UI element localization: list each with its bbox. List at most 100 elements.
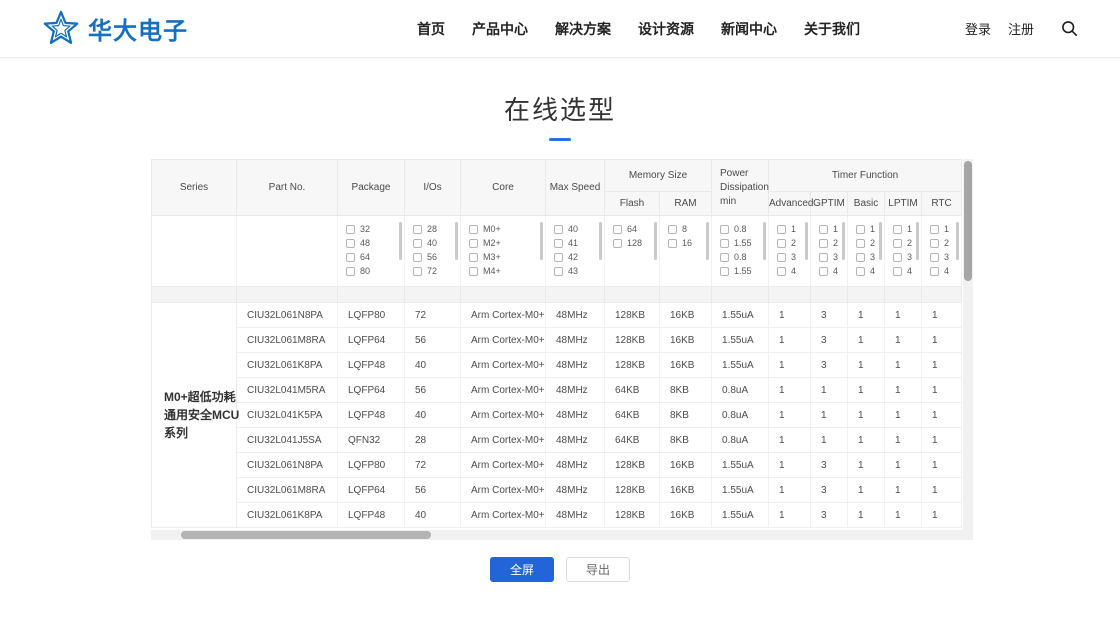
- filter-option[interactable]: 40: [413, 236, 460, 250]
- filter-scrollbar[interactable]: [916, 222, 919, 260]
- filter-option-label: 4: [791, 266, 796, 276]
- filter-option[interactable]: 4: [856, 264, 884, 278]
- filter-option[interactable]: 0.8: [720, 250, 768, 264]
- checkbox-icon: [893, 225, 902, 234]
- cell-lptim: 1: [885, 403, 922, 428]
- table-row[interactable]: CIU32L061N8PA LQFP80 72 Arm Cortex-M0+ 4…: [152, 453, 962, 478]
- filter-option[interactable]: 4: [893, 264, 921, 278]
- filter-option[interactable]: 72: [413, 264, 460, 278]
- horizontal-scrollbar-thumb[interactable]: [181, 531, 431, 539]
- filter-option[interactable]: M0+: [469, 222, 545, 236]
- filter-option-label: 2: [944, 238, 949, 248]
- cell-max-speed: 48MHz: [546, 503, 605, 528]
- table-row[interactable]: CIU32L061K8PA LQFP48 40 Arm Cortex-M0+ 4…: [152, 503, 962, 528]
- nav-item[interactable]: 新闻中心: [721, 19, 777, 39]
- filter-option[interactable]: 43: [554, 264, 604, 278]
- filter-option[interactable]: 1.55: [720, 236, 768, 250]
- filter-option[interactable]: 16: [668, 236, 711, 250]
- filter-option-label: 64: [360, 252, 370, 262]
- filter-option[interactable]: M4+: [469, 264, 545, 278]
- filter-option[interactable]: 42: [554, 250, 604, 264]
- filter-cell-ios: 2840 56 72: [405, 216, 461, 287]
- cell-flash: 128KB: [605, 453, 660, 478]
- search-icon[interactable]: [1061, 20, 1078, 37]
- top-navbar: 华大电子 首页 产品中心 解决方案 设计资源 新闻中心 关于我们 登录 注册: [0, 0, 1120, 58]
- checkbox-icon: [668, 225, 677, 234]
- filter-option[interactable]: 4: [777, 264, 810, 278]
- filter-option[interactable]: M2+: [469, 236, 545, 250]
- table-row[interactable]: CIU32L061N8PA LQFP80 72 Arm Cortex-M0+ 4…: [152, 303, 962, 328]
- filter-option-label: 3: [791, 252, 796, 262]
- filter-option[interactable]: 80: [346, 264, 404, 278]
- vertical-scrollbar-thumb[interactable]: [964, 161, 972, 281]
- cell-gptim: 3: [811, 328, 848, 353]
- filter-option[interactable]: 64: [613, 222, 659, 236]
- filter-option-label: 3: [833, 252, 838, 262]
- cell-core: Arm Cortex-M0+: [461, 403, 546, 428]
- table-row[interactable]: CIU32L061M8RA LQFP64 56 Arm Cortex-M0+ 4…: [152, 478, 962, 503]
- cell-flash: 128KB: [605, 303, 660, 328]
- filter-scrollbar[interactable]: [956, 222, 959, 260]
- login-link[interactable]: 登录: [965, 19, 991, 38]
- checkbox-icon: [720, 267, 729, 276]
- nav-item[interactable]: 设计资源: [638, 19, 694, 39]
- filter-scrollbar[interactable]: [654, 222, 657, 260]
- nav-item[interactable]: 解决方案: [555, 19, 611, 39]
- cell-rtc: 1: [922, 478, 962, 503]
- filter-option[interactable]: 0.8: [720, 222, 768, 236]
- filter-option[interactable]: 4: [930, 264, 961, 278]
- vertical-scrollbar[interactable]: [963, 159, 973, 540]
- filter-option[interactable]: 40: [554, 222, 604, 236]
- filter-scrollbar[interactable]: [455, 222, 458, 260]
- filter-cell-advanced: 1234: [769, 216, 811, 287]
- filter-option[interactable]: 8: [668, 222, 711, 236]
- register-link[interactable]: 注册: [1008, 19, 1034, 38]
- filter-option[interactable]: 48: [346, 236, 404, 250]
- table-row[interactable]: CIU32L041K5PA LQFP48 40 Arm Cortex-M0+ 4…: [152, 403, 962, 428]
- filter-scrollbar[interactable]: [879, 222, 882, 260]
- filter-scrollbar[interactable]: [842, 222, 845, 260]
- checkbox-icon: [720, 225, 729, 234]
- filter-scrollbar[interactable]: [399, 222, 402, 260]
- filter-option[interactable]: 4: [819, 264, 847, 278]
- filter-scrollbar[interactable]: [763, 222, 766, 260]
- table-row[interactable]: CIU32L041J5SA QFN32 28 Arm Cortex-M0+ 48…: [152, 428, 962, 453]
- filter-option[interactable]: 56: [413, 250, 460, 264]
- cell-power: 1.55uA: [712, 353, 769, 378]
- table-row[interactable]: CIU32L061K8PA LQFP48 40 Arm Cortex-M0+ 4…: [152, 353, 962, 378]
- fullscreen-button[interactable]: 全屏: [490, 557, 554, 582]
- table-row[interactable]: CIU32L061M8RA LQFP64 56 Arm Cortex-M0+ 4…: [152, 328, 962, 353]
- title-underline: [549, 138, 571, 141]
- filter-option[interactable]: 28: [413, 222, 460, 236]
- brand-name: 华大电子: [88, 11, 188, 46]
- horizontal-scrollbar[interactable]: [151, 530, 973, 540]
- table-row[interactable]: CIU32L041M5RA LQFP64 56 Arm Cortex-M0+ 4…: [152, 378, 962, 403]
- col-header-rtc: RTC: [922, 192, 962, 216]
- filter-scrollbar[interactable]: [706, 222, 709, 260]
- export-button[interactable]: 导出: [566, 557, 630, 582]
- filter-option[interactable]: 1.55: [720, 264, 768, 278]
- cell-ios: 40: [405, 353, 461, 378]
- nav-item[interactable]: 首页: [417, 19, 445, 39]
- cell-ios: 40: [405, 503, 461, 528]
- cell-package: LQFP64: [338, 328, 405, 353]
- cell-lptim: 1: [885, 503, 922, 528]
- cell-ios: 56: [405, 328, 461, 353]
- filter-scrollbar[interactable]: [599, 222, 602, 260]
- cell-power: 1.55uA: [712, 328, 769, 353]
- filter-option[interactable]: 41: [554, 236, 604, 250]
- filter-option[interactable]: 32: [346, 222, 404, 236]
- nav-item[interactable]: 关于我们: [804, 19, 860, 39]
- filter-scrollbar[interactable]: [805, 222, 808, 260]
- brand-logo[interactable]: 华大电子: [42, 10, 312, 48]
- cell-basic: 1: [848, 353, 885, 378]
- cell-gptim: 1: [811, 403, 848, 428]
- filter-option[interactable]: 64: [346, 250, 404, 264]
- nav-item[interactable]: 产品中心: [472, 19, 528, 39]
- filter-option-label: 56: [427, 252, 437, 262]
- cell-package: LQFP80: [338, 303, 405, 328]
- cell-ram: 8KB: [660, 428, 712, 453]
- filter-option[interactable]: 128: [613, 236, 659, 250]
- filter-scrollbar[interactable]: [540, 222, 543, 260]
- filter-option[interactable]: M3+: [469, 250, 545, 264]
